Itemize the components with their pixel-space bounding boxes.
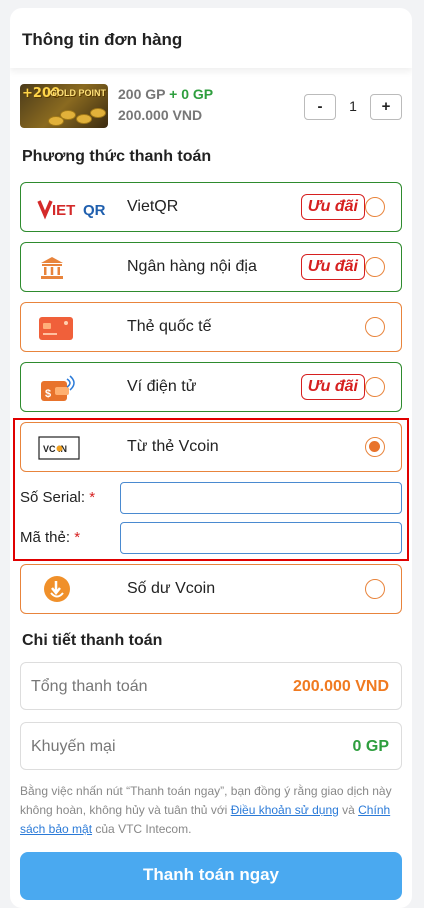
total-row: Tổng thanh toán 200.000 VND [20, 662, 402, 710]
vcoin-balance-icon [44, 576, 70, 602]
payment-method-title: Phương thức thanh toán [22, 148, 212, 165]
gp-base: 200 GP [118, 86, 166, 102]
promo-badge: Ưu đãi [300, 254, 365, 280]
gp-amount: 200 GP + 0 GP [118, 86, 213, 102]
vietqr-logo: IET QR [37, 200, 106, 220]
promo-value: 0 GP [352, 738, 389, 755]
increase-quantity-button[interactable]: + [370, 94, 402, 120]
payment-method-domestic-bank[interactable]: Ngân hàng nội địa Ưu đãi [20, 242, 402, 292]
payment-method-vcoin-balance[interactable]: Số dư Vcoin [20, 564, 402, 614]
decrease-quantity-button[interactable]: - [304, 94, 336, 120]
bank-icon [41, 257, 63, 279]
radio-e-wallet[interactable] [365, 377, 385, 397]
coin-icon [76, 114, 92, 124]
product-price: 200.000 VND [118, 107, 203, 123]
promo-label: Khuyến mại [31, 738, 116, 755]
total-label: Tổng thanh toán [31, 678, 148, 695]
payment-method-e-wallet[interactable]: $ Ví điện tử Ưu đãi [20, 362, 402, 412]
payment-method-international-card[interactable]: Thẻ quốc tế [20, 302, 402, 352]
product-row: +200 GOLD POINT 200 GP + 0 GP 200.000 VN… [20, 84, 402, 132]
radio-vietqr[interactable] [365, 197, 385, 217]
method-label-vcoin-balance: Số dư Vcoin [127, 580, 216, 597]
quantity-value: 1 [349, 98, 357, 114]
gold-point-thumbnail: +200 GOLD POINT [20, 84, 108, 128]
selected-method-highlight [13, 418, 409, 561]
method-label-domestic-bank: Ngân hàng nội địa [127, 258, 257, 275]
payment-details-title: Chi tiết thanh toán [22, 632, 163, 649]
coin-icon [48, 116, 64, 126]
terms-text: Bằng việc nhấn nút “Thanh toán ngay”, bạ… [20, 784, 392, 836]
radio-international-card[interactable] [365, 317, 385, 337]
radio-domestic-bank[interactable] [365, 257, 385, 277]
method-label-e-wallet: Ví điện tử [127, 378, 197, 395]
method-label-vietqr: VietQR [127, 198, 179, 215]
promo-badge: Ưu đãi [300, 374, 365, 400]
svg-text:QR: QR [83, 202, 106, 219]
gp-bonus: + 0 GP [169, 86, 214, 102]
total-value: 200.000 VND [292, 678, 389, 695]
promo-badge: Ưu đãi [300, 194, 365, 220]
quantity-stepper: - 1 + [304, 94, 402, 120]
coin-icon [90, 108, 106, 118]
promo-row: Khuyến mại 0 GP [20, 722, 402, 770]
credit-card-icon [39, 317, 73, 340]
order-card: Thông tin đơn hàng +200 GOLD POINT 200 G… [10, 8, 412, 908]
e-wallet-icon: $ [41, 375, 75, 401]
svg-text:$: $ [45, 388, 51, 400]
order-header: Thông tin đơn hàng [10, 8, 412, 68]
radio-vcoin-balance[interactable] [365, 579, 385, 599]
payment-method-vietqr[interactable]: IET QR VietQR Ưu đãi [20, 182, 402, 232]
svg-text:IET: IET [52, 202, 75, 219]
pay-now-button[interactable]: Thanh toán ngay [20, 852, 402, 900]
page-title: Thông tin đơn hàng [22, 30, 183, 49]
method-label-international-card: Thẻ quốc tế [127, 318, 212, 335]
thumb-name: GOLD POINT [50, 88, 106, 98]
terms-of-use-link[interactable]: Điều khoản sử dụng [231, 803, 339, 817]
